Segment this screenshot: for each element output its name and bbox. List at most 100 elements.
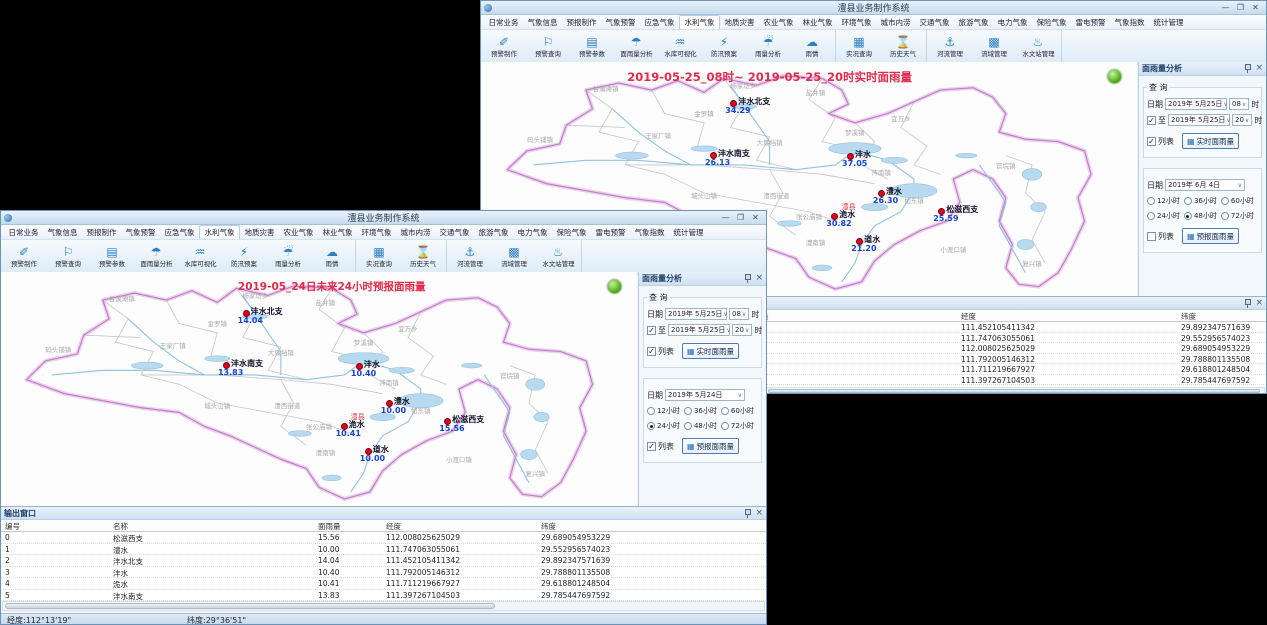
column-header[interactable]: 纬度 xyxy=(541,521,556,532)
maximize-button[interactable]: ❐ xyxy=(733,211,748,224)
map-locate-button[interactable] xyxy=(607,279,622,294)
menu-item-城市内涝[interactable]: 城市内涝 xyxy=(396,226,435,239)
close-panel-icon[interactable]: × xyxy=(755,274,763,283)
toolbar-warning-make-button[interactable]: ✐预警制作 xyxy=(482,30,526,64)
forecast-list-checkbox[interactable] xyxy=(1147,232,1156,241)
table-row[interactable]: 1澧水10.00111.74706305506129.552956574023 xyxy=(1,544,766,556)
toolbar-warning-make-button[interactable]: ✐预警制作 xyxy=(2,240,46,274)
toolbar-history-weather-button[interactable]: ⌛历史天气 xyxy=(881,30,925,64)
map-locate-button[interactable] xyxy=(1107,69,1122,84)
titlebar[interactable]: 澧县业务制作系统 — ❐ ✕ xyxy=(1,211,766,225)
pin-icon[interactable] xyxy=(1244,64,1251,73)
menu-item-电力气象[interactable]: 电力气象 xyxy=(993,16,1032,29)
menu-item-保险气象[interactable]: 保险气象 xyxy=(552,226,591,239)
menu-item-应急气象[interactable]: 应急气象 xyxy=(160,226,199,239)
toolbar-reservoir-visual-button[interactable]: ♒水库可视化 xyxy=(178,240,222,274)
from-date-select[interactable]: 2019年 5月25日∨ xyxy=(665,308,727,320)
pin-icon[interactable] xyxy=(744,509,751,518)
toolbar-basin-manage-button[interactable]: ▩流域管理 xyxy=(492,240,536,274)
column-header[interactable]: 编号 xyxy=(5,521,20,532)
menu-item-应急气象[interactable]: 应急气象 xyxy=(640,16,679,29)
scrollbar-thumb[interactable] xyxy=(5,603,495,609)
duration-option-72小时[interactable]: 72小时 xyxy=(1221,211,1258,221)
maximize-button[interactable]: ❐ xyxy=(1233,1,1248,14)
menu-item-气象信息[interactable]: 气象信息 xyxy=(43,226,82,239)
list-checkbox[interactable]: ✓ xyxy=(647,347,656,356)
toolbar-flood-plan-button[interactable]: ⚡防汛预案 xyxy=(222,240,266,274)
forecast-date-select[interactable]: 2019年 5月24日∨ xyxy=(665,389,745,401)
menu-item-气象预警[interactable]: 气象预警 xyxy=(601,16,640,29)
menu-item-电力气象[interactable]: 电力气象 xyxy=(513,226,552,239)
menu-item-交通气象[interactable]: 交通气象 xyxy=(435,226,474,239)
menu-item-统计管理[interactable]: 统计管理 xyxy=(1149,16,1188,29)
titlebar[interactable]: 澧县业务制作系统 — ❐ ✕ xyxy=(481,1,1266,15)
menu-item-日常业务[interactable]: 日常业务 xyxy=(4,226,43,239)
toolbar-warning-params-button[interactable]: ▤预警参数 xyxy=(570,30,614,64)
column-header[interactable]: 面雨量 xyxy=(318,521,341,532)
minimize-button[interactable]: — xyxy=(1218,1,1233,14)
from-hour-select[interactable]: 08∨ xyxy=(1229,98,1249,110)
close-panel-icon[interactable]: × xyxy=(1255,64,1263,73)
map-area[interactable]: 2019-05_24日未来24小时预报面雨量 甘溪滩镇杨家坊乡盐井镇金罗镇码头铺… xyxy=(1,272,637,506)
duration-option-12小时[interactable]: 12小时 xyxy=(1147,196,1184,206)
toolbar-areal-rainfall-analysis-button[interactable]: ☂面雨量分析 xyxy=(614,30,658,64)
column-header[interactable]: 名称 xyxy=(113,521,128,532)
menu-item-农业气象[interactable]: 农业气象 xyxy=(759,16,798,29)
forecast-rainfall-button[interactable]: ▦预报面雨量 xyxy=(682,438,739,454)
scrollbar-thumb[interactable] xyxy=(768,389,1260,393)
duration-option-24小时[interactable]: 24小时 xyxy=(1147,211,1184,221)
forecast-date-select[interactable]: 2019年 6月 4日∨ xyxy=(1165,179,1245,191)
toolbar-rain-info-button[interactable]: ☁雨情 xyxy=(310,240,354,274)
menu-item-保险气象[interactable]: 保险气象 xyxy=(1032,16,1071,29)
toolbar-river-manage-button[interactable]: ⚓河流管理 xyxy=(448,240,492,274)
toolbar-realtime-query-button[interactable]: ▦实况查询 xyxy=(837,30,881,64)
toolbar-rain-analysis-button[interactable]: ☔雨量分析 xyxy=(746,30,790,64)
menu-item-气象指数[interactable]: 气象指数 xyxy=(1110,16,1149,29)
forecast-rainfall-button[interactable]: ▦预报面雨量 xyxy=(1182,228,1239,244)
menu-item-林业气象[interactable]: 林业气象 xyxy=(318,226,357,239)
menu-item-气象指数[interactable]: 气象指数 xyxy=(630,226,669,239)
duration-option-36小时[interactable]: 36小时 xyxy=(1184,196,1221,206)
table-row[interactable]: 4洈水10.41111.71121966792729.618801248504 xyxy=(1,578,766,590)
menu-item-旅游气象[interactable]: 旅游气象 xyxy=(954,16,993,29)
toolbar-hydro-station-manage-button[interactable]: ♨水文站管理 xyxy=(1016,30,1060,64)
menu-item-水利气象[interactable]: 水利气象 xyxy=(679,15,720,29)
forecast-list-checkbox[interactable]: ✓ xyxy=(647,442,656,451)
pin-icon[interactable] xyxy=(744,274,751,283)
to-checkbox[interactable]: ✓ xyxy=(1147,116,1156,125)
menu-item-环境气象[interactable]: 环境气象 xyxy=(837,16,876,29)
table-row[interactable]: 5沣水南支13.83111.39726710450329.78544769759… xyxy=(1,590,766,602)
to-hour-select[interactable]: 20∨ xyxy=(732,324,752,336)
minimize-button[interactable]: — xyxy=(718,211,733,224)
duration-option-48小时[interactable]: 48小时 xyxy=(684,421,721,431)
list-checkbox[interactable]: ✓ xyxy=(1147,137,1156,146)
toolbar-flood-plan-button[interactable]: ⚡防汛预案 xyxy=(702,30,746,64)
realtime-rainfall-button[interactable]: ▦实时面雨量 xyxy=(682,343,739,359)
toolbar-areal-rainfall-analysis-button[interactable]: ☂面雨量分析 xyxy=(134,240,178,274)
toolbar-hydro-station-manage-button[interactable]: ♨水文站管理 xyxy=(536,240,580,274)
duration-option-12小时[interactable]: 12小时 xyxy=(647,406,684,416)
toolbar-warning-params-button[interactable]: ▤预警参数 xyxy=(90,240,134,274)
toolbar-rain-analysis-button[interactable]: ☔雨量分析 xyxy=(266,240,310,274)
close-panel-icon[interactable]: × xyxy=(755,509,763,518)
toolbar-rain-info-button[interactable]: ☁雨情 xyxy=(790,30,834,64)
menu-item-环境气象[interactable]: 环境气象 xyxy=(357,226,396,239)
duration-option-36小时[interactable]: 36小时 xyxy=(684,406,721,416)
to-checkbox[interactable]: ✓ xyxy=(647,326,656,335)
toolbar-reservoir-visual-button[interactable]: ♒水库可视化 xyxy=(658,30,702,64)
column-header[interactable]: 经度 xyxy=(386,521,401,532)
menu-item-水利气象[interactable]: 水利气象 xyxy=(199,225,240,239)
toolbar-basin-manage-button[interactable]: ▩流域管理 xyxy=(972,30,1016,64)
toolbar-history-weather-button[interactable]: ⌛历史天气 xyxy=(401,240,445,274)
pin-icon[interactable] xyxy=(1244,299,1251,308)
from-date-select[interactable]: 2019年 5月25日∨ xyxy=(1165,98,1227,110)
menu-item-日常业务[interactable]: 日常业务 xyxy=(484,16,523,29)
menu-item-气象信息[interactable]: 气象信息 xyxy=(523,16,562,29)
to-date-select[interactable]: 2019年 5月25日∨ xyxy=(668,324,730,336)
menu-item-农业气象[interactable]: 农业气象 xyxy=(279,226,318,239)
duration-option-60小时[interactable]: 60小时 xyxy=(721,406,758,416)
menu-item-地质灾害[interactable]: 地质灾害 xyxy=(720,16,759,29)
duration-option-24小时[interactable]: 24小时 xyxy=(647,421,684,431)
menu-item-交通气象[interactable]: 交通气象 xyxy=(915,16,954,29)
menu-item-雷电预警[interactable]: 雷电预警 xyxy=(591,226,630,239)
